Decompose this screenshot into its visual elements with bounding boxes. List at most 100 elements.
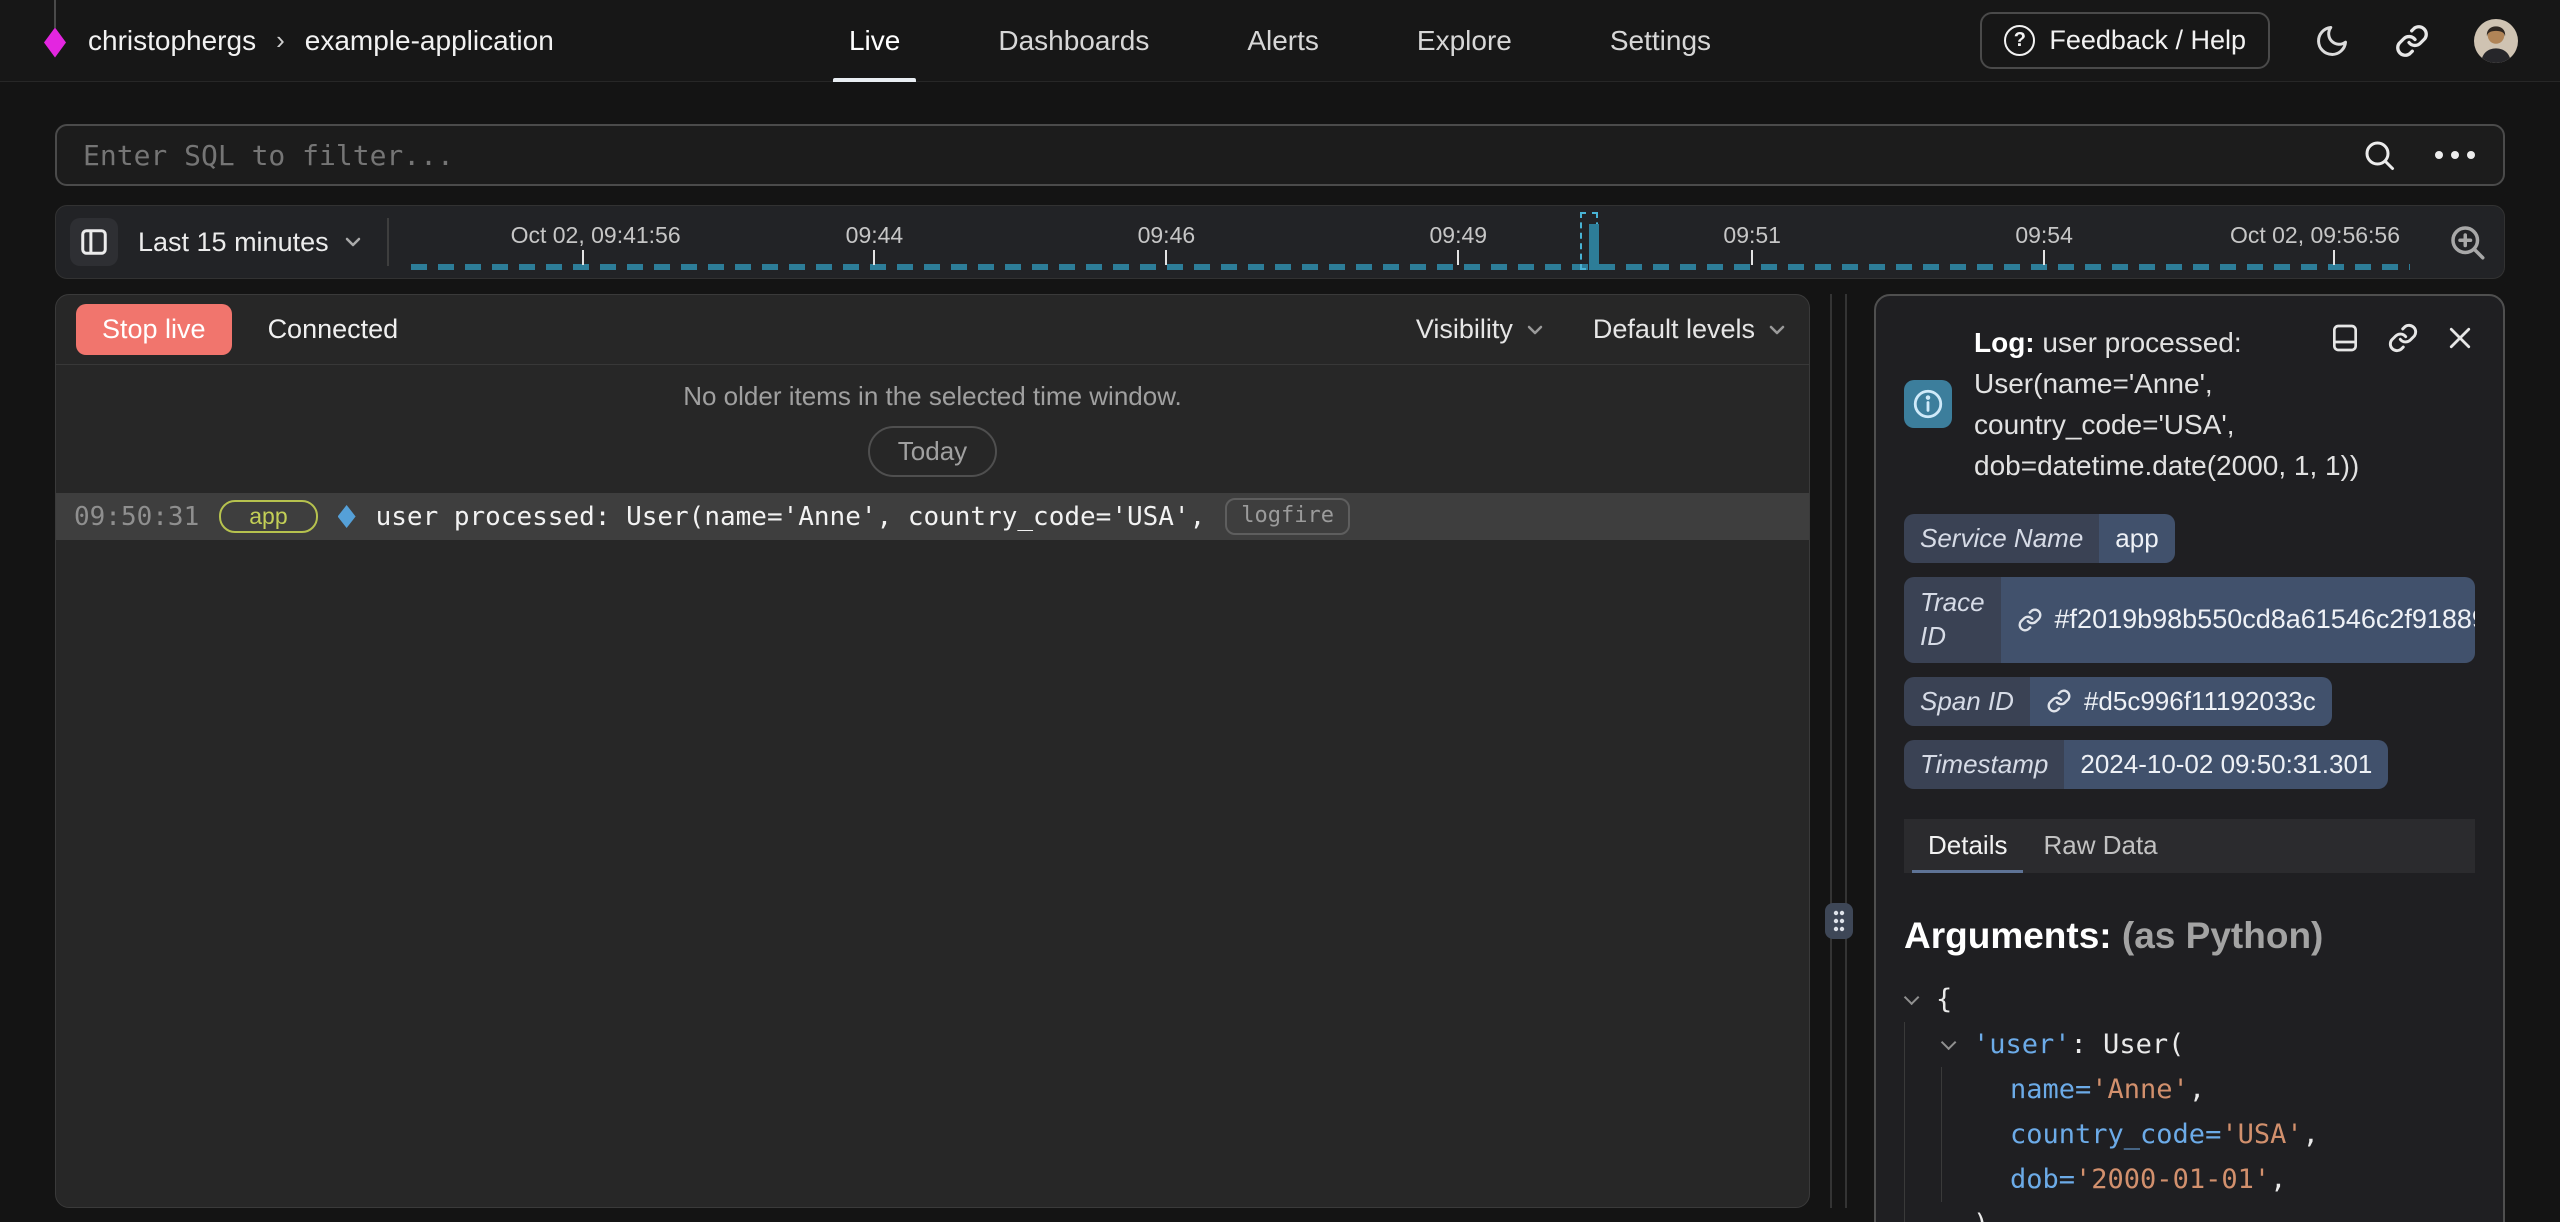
no-older-items-message: No older items in the selected time wind… xyxy=(56,381,1809,412)
visibility-label: Visibility xyxy=(1416,314,1513,345)
breadcrumb-project[interactable]: example-application xyxy=(305,25,554,57)
code-line: ), xyxy=(1904,1202,2475,1222)
empty-message-zone: No older items in the selected time wind… xyxy=(56,365,1809,477)
tab-alerts[interactable]: Alerts xyxy=(1247,0,1319,82)
default-levels-dropdown[interactable]: Default levels xyxy=(1593,314,1789,345)
today-button[interactable]: Today xyxy=(868,426,997,477)
timeline-tick-mark xyxy=(1457,250,1459,265)
details-header-icons xyxy=(2329,322,2475,354)
tab-live[interactable]: Live xyxy=(849,0,900,82)
details-header: Log: user processed: User(name='Anne', c… xyxy=(1904,322,2475,486)
time-range-label: Last 15 minutes xyxy=(138,227,329,258)
collapse-caret-icon[interactable] xyxy=(1941,1022,1973,1067)
feedback-help-button[interactable]: ? Feedback / Help xyxy=(1980,12,2270,69)
split-panel-icon xyxy=(2329,322,2361,354)
time-range-dropdown[interactable]: Last 15 minutes xyxy=(138,227,365,258)
moon-icon xyxy=(2314,23,2350,59)
timeline-panel: Last 15 minutes Oct 02, 09:41:56 Oct 02,… xyxy=(55,205,2505,279)
timeline-baseline xyxy=(411,264,2410,270)
indent-guide xyxy=(1904,1112,1941,1157)
metadata-chips: Service Nameapp Trace ID#f2019b98b550cd8a… xyxy=(1904,514,2475,789)
indent-guide xyxy=(1941,1067,1978,1112)
timeline-tick-label: 09:49 xyxy=(1430,222,1488,249)
share-link-button[interactable] xyxy=(2394,23,2430,59)
code-line: name='Anne', xyxy=(1904,1067,2475,1112)
zoom-in-icon xyxy=(2446,221,2488,263)
default-levels-label: Default levels xyxy=(1593,314,1755,345)
live-view-panel: Stop live Connected Visibility Default l… xyxy=(55,294,1810,1208)
nav-right-cluster: ? Feedback / Help xyxy=(1980,12,2518,69)
timeline-tick-label: 09:46 xyxy=(1138,222,1196,249)
sidebar-toggle-button[interactable] xyxy=(70,218,118,266)
logfire-logo-icon[interactable] xyxy=(42,0,68,82)
log-row[interactable]: 09:50:31 app user processed: User(name='… xyxy=(56,493,1809,540)
arguments-heading: Arguments: (as Python) xyxy=(1904,915,2475,957)
panel-gutter-line xyxy=(1830,294,1832,1208)
collapse-caret-icon[interactable] xyxy=(1904,977,1936,1022)
timeline-edge-tick-mark xyxy=(2333,250,2335,265)
sql-bar-icons xyxy=(2361,137,2477,173)
nav-tabs: Live Dashboards Alerts Explore Settings xyxy=(849,0,1711,82)
chip-value[interactable]: #d5c996f11192033c xyxy=(2030,677,2332,726)
tab-explore[interactable]: Explore xyxy=(1417,0,1512,82)
sql-filter-bar xyxy=(55,124,2505,186)
theme-toggle-button[interactable] xyxy=(2314,23,2350,59)
logfire-tag[interactable]: logfire xyxy=(1225,498,1350,534)
chip-value[interactable]: #f2019b98b550cd8a61546c2f9188959f xyxy=(2001,577,2475,663)
split-view-button[interactable] xyxy=(2329,322,2361,354)
chevron-down-icon xyxy=(341,230,365,254)
chip-label: Service Name xyxy=(1904,514,2099,563)
caret-spacer xyxy=(1978,1112,2010,1157)
chip-label: Trace ID xyxy=(1904,577,2001,663)
tab-dashboards[interactable]: Dashboards xyxy=(998,0,1149,82)
link-icon xyxy=(2387,322,2419,354)
code-line: { xyxy=(1904,977,2475,1022)
sql-filter-input[interactable] xyxy=(83,139,2361,172)
code-tokens: ), xyxy=(1973,1202,2006,1222)
indent-guide xyxy=(1904,1202,1941,1222)
timeline-edge-tick-mark xyxy=(582,250,584,265)
avatar-image xyxy=(2474,19,2518,63)
search-button[interactable] xyxy=(2361,137,2397,173)
grip-dots-icon xyxy=(1832,909,1846,933)
zoom-in-button[interactable] xyxy=(2446,221,2488,263)
indent-guide xyxy=(1941,1157,1978,1202)
code-tokens: 'user': User( xyxy=(1973,1022,2184,1067)
details-tab-details[interactable]: Details xyxy=(1922,819,2013,873)
timeline-chart[interactable]: Oct 02, 09:41:56 Oct 02, 09:56:56 09:440… xyxy=(411,206,2410,278)
arguments-code-block: {'user': User(name='Anne',country_code='… xyxy=(1904,977,2475,1222)
link-icon xyxy=(2046,688,2072,714)
info-icon xyxy=(1911,387,1945,421)
stop-live-button[interactable]: Stop live xyxy=(76,304,232,355)
breadcrumb: christophergs › example-application xyxy=(42,0,554,82)
chip-service-name: Service Nameapp xyxy=(1904,514,2175,563)
details-tab-raw-data[interactable]: Raw Data xyxy=(2037,819,2163,873)
code-tokens: { xyxy=(1936,977,1952,1022)
link-icon xyxy=(2017,607,2043,633)
close-details-button[interactable] xyxy=(2445,322,2475,354)
breadcrumb-org[interactable]: christophergs xyxy=(88,25,256,57)
timeline-end-label: Oct 02, 09:56:56 xyxy=(2230,222,2400,249)
chip-span-id: Span ID#d5c996f11192033c xyxy=(1904,677,2332,726)
chip-value: app xyxy=(2099,514,2174,563)
ellipsis-icon xyxy=(2433,149,2477,161)
indent-guide xyxy=(1941,1112,1978,1157)
details-tabs: Details Raw Data xyxy=(1904,819,2475,873)
close-icon xyxy=(2445,323,2475,353)
panel-resize-handle[interactable] xyxy=(1825,903,1853,939)
copy-link-button[interactable] xyxy=(2387,322,2419,354)
details-panel: Log: user processed: User(name='Anne', c… xyxy=(1874,294,2505,1222)
more-options-button[interactable] xyxy=(2433,149,2477,161)
log-timestamp: 09:50:31 xyxy=(74,502,199,532)
caret-spacer xyxy=(1978,1067,2010,1112)
timeline-tick-mark xyxy=(1165,250,1167,265)
top-nav: christophergs › example-application Live… xyxy=(0,0,2560,82)
info-level-badge xyxy=(1904,380,1952,428)
timeline-tick-mark xyxy=(1751,250,1753,265)
service-badge[interactable]: app xyxy=(219,500,317,533)
visibility-dropdown[interactable]: Visibility xyxy=(1416,314,1547,345)
tab-settings[interactable]: Settings xyxy=(1610,0,1711,82)
timeline-divider xyxy=(387,218,389,266)
log-message: user processed: User(name='Anne', countr… xyxy=(376,502,1206,532)
user-avatar[interactable] xyxy=(2474,19,2518,63)
